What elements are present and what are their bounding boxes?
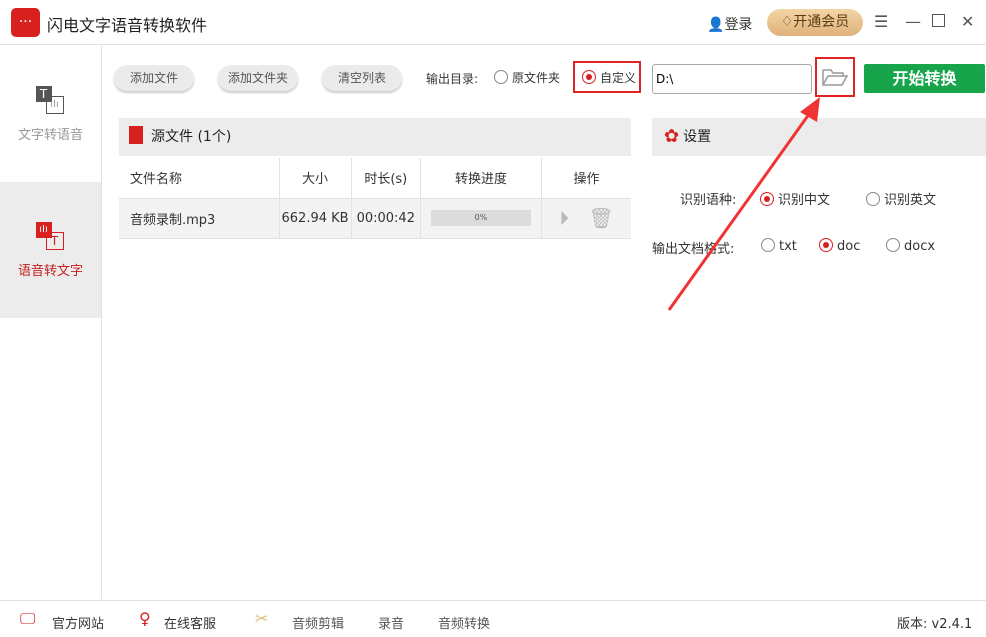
- speech-to-text-icon: ıIı T: [35, 222, 66, 252]
- document-icon: [129, 126, 143, 144]
- login-button[interactable]: 👤登录: [707, 14, 752, 34]
- format-label: 输出文档格式:: [652, 242, 735, 257]
- col-progress: 转换进度: [420, 158, 542, 198]
- radio-docx[interactable]: docx: [886, 238, 935, 254]
- output-path-input[interactable]: [652, 64, 812, 94]
- radio-icon: [760, 192, 774, 206]
- folder-open-button[interactable]: [822, 68, 849, 87]
- settings-title: 设置: [683, 129, 712, 145]
- radio-label: docx: [904, 239, 936, 254]
- minimize-icon[interactable]: —: [905, 12, 921, 31]
- radio-txt[interactable]: txt: [761, 238, 797, 254]
- language-label: 识别语种:: [680, 193, 737, 208]
- sidebar-item-text-to-speech[interactable]: TıIı 文字转语音: [0, 46, 101, 182]
- sidebar-label: 文字转语音: [17, 128, 83, 143]
- progress-bar: 0%: [430, 210, 531, 226]
- radio-custom[interactable]: 自定义: [582, 69, 636, 86]
- output-dir-label: 输出目录:: [426, 72, 479, 86]
- trash-icon[interactable]: 🗑: [588, 206, 613, 230]
- sidebar-label: 语音转文字: [17, 264, 83, 279]
- radio-icon: [494, 70, 508, 84]
- radio-source-folder[interactable]: 原文件夹: [494, 69, 560, 86]
- play-icon[interactable]: ⏵: [559, 206, 569, 230]
- close-icon[interactable]: ✕: [961, 12, 974, 31]
- source-files-header: 源文件 (1个): [119, 118, 631, 156]
- vip-label: 开通会员: [793, 14, 850, 30]
- radio-english[interactable]: 识别英文: [866, 189, 936, 208]
- add-file-button[interactable]: 添加文件: [114, 65, 194, 91]
- radio-icon: [761, 238, 775, 252]
- clear-list-button[interactable]: 清空列表: [322, 65, 402, 91]
- footer-bar: 🖵 官方网站 ♀ 在线客服 ✂ 音频剪辑 录音 音频转换 版本: v2.4.1: [0, 600, 986, 637]
- start-convert-button[interactable]: 开始转换: [864, 64, 985, 93]
- folder-open-icon: [822, 69, 849, 86]
- file-table: 文件名称 大小 时长(s) 转换进度 操作 音频录制.mp3 662.94 KB…: [119, 158, 631, 239]
- audio-edit-link[interactable]: 音频剪辑: [292, 613, 344, 632]
- website-link[interactable]: 官方网站: [52, 613, 104, 632]
- table-row[interactable]: 音频录制.mp3 662.94 KB 00:00:42 0% ⏵ 🗑: [119, 197, 631, 239]
- radio-label: 原文件夹: [512, 71, 561, 85]
- radio-label: txt: [779, 239, 797, 254]
- menu-icon[interactable]: ☰: [874, 12, 888, 31]
- radio-label: 识别中文: [778, 193, 831, 208]
- radio-label: 自定义: [600, 71, 637, 85]
- file-size: 662.94 KB: [279, 197, 352, 239]
- support-link[interactable]: 在线客服: [164, 613, 216, 632]
- version-label: 版本: v2.4.1: [897, 617, 973, 632]
- app-title: 闪电文字语音转换软件: [47, 16, 208, 35]
- table-header: 文件名称 大小 时长(s) 转换进度 操作: [119, 158, 631, 198]
- user-icon: 👤: [707, 17, 725, 33]
- app-logo: ···: [11, 8, 40, 37]
- scissors-icon: ✂: [255, 609, 269, 628]
- diamond-icon: ♢: [780, 14, 794, 30]
- text-to-speech-icon: TıIı: [35, 86, 66, 116]
- col-duration: 时长(s): [351, 158, 421, 198]
- col-size: 大小: [279, 158, 352, 198]
- radio-icon: [819, 238, 833, 252]
- radio-chinese[interactable]: 识别中文: [760, 189, 830, 208]
- title-bar: ··· 闪电文字语音转换软件 👤登录 ♢开通会员 ☰ — ✕: [0, 0, 986, 45]
- actions-cell: ⏵ 🗑: [541, 197, 631, 239]
- audio-convert-link[interactable]: 音频转换: [438, 613, 490, 632]
- radio-icon: [582, 70, 596, 84]
- monitor-icon: 🖵: [20, 609, 36, 628]
- add-folder-button[interactable]: 添加文件夹: [218, 65, 298, 91]
- settings-header: ✿ 设置: [652, 118, 986, 156]
- progress-cell: 0%: [420, 197, 542, 239]
- file-duration: 00:00:42: [351, 197, 421, 239]
- radio-label: doc: [837, 239, 861, 254]
- col-actions: 操作: [573, 172, 600, 188]
- col-name: 文件名称: [119, 158, 280, 198]
- radio-icon: [866, 192, 880, 206]
- record-link[interactable]: 录音: [378, 613, 404, 632]
- sidebar: TıIı 文字转语音 ıIı T 语音转文字: [0, 46, 102, 599]
- radio-icon: [886, 238, 900, 252]
- source-files-title: 源文件 (1个): [151, 129, 232, 145]
- sidebar-item-speech-to-text[interactable]: ıIı T 语音转文字: [0, 182, 101, 318]
- radio-label: 识别英文: [884, 193, 937, 208]
- maximize-icon[interactable]: [932, 14, 945, 27]
- gear-icon: ✿: [664, 126, 680, 147]
- login-label: 登录: [724, 17, 753, 33]
- radio-doc[interactable]: doc: [819, 238, 860, 254]
- vip-button[interactable]: ♢开通会员: [767, 9, 863, 36]
- support-icon: ♀: [139, 609, 151, 628]
- file-name: 音频录制.mp3: [119, 197, 280, 239]
